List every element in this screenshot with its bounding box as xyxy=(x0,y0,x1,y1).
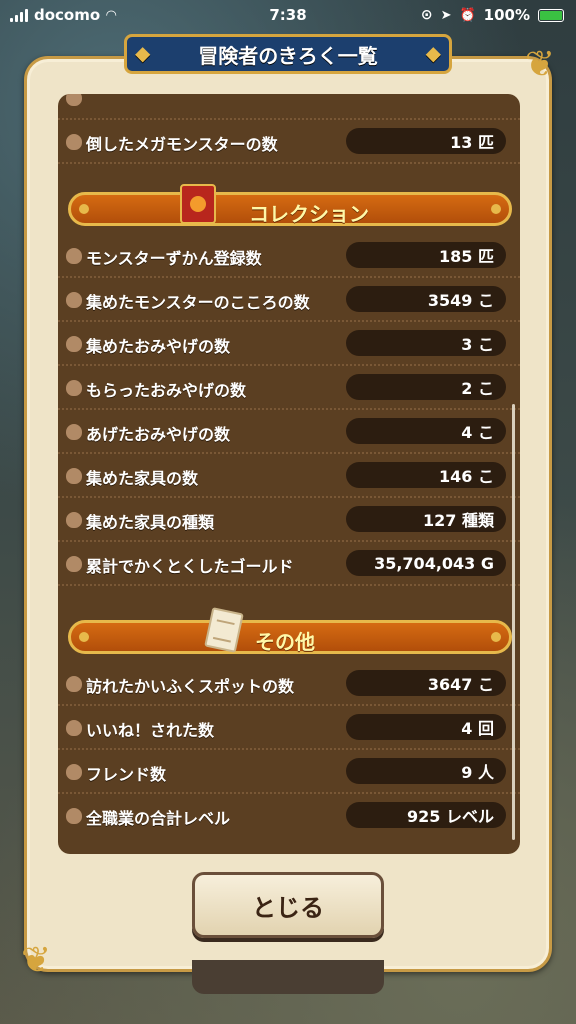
item-value: 4 こ xyxy=(346,418,506,444)
item-label: 集めた家具の種類 xyxy=(86,513,215,532)
location-icon: ➤ xyxy=(440,7,452,23)
scrollbar[interactable] xyxy=(512,404,515,840)
book-icon xyxy=(180,184,216,224)
list-item: いいね！された数 4 回 xyxy=(58,706,520,750)
list-item: 訪れたかいふくスポットの数 3647 こ xyxy=(58,662,520,706)
item-label: 訪れたかいふくスポットの数 xyxy=(86,677,295,696)
records-list[interactable]: 倒したメガモンスターの数 13 匹 コレクション モンスターずかん登録数 185… xyxy=(58,94,520,854)
title-ornament-right-icon: ◆ xyxy=(425,41,441,65)
list-item xyxy=(58,94,520,120)
list-item: 累計でかくとくしたゴールド 35,704,043 G xyxy=(58,542,520,586)
item-value: 3549 こ xyxy=(346,286,506,312)
item-value: 3 こ xyxy=(346,330,506,356)
item-value: 185 匹 xyxy=(346,242,506,268)
section-title: コレクション xyxy=(249,202,369,226)
panel-title-banner: ◆ 冒険者のきろく一覧 ◆ xyxy=(124,34,452,74)
bullet-icon xyxy=(66,336,82,352)
title-ornament-left-icon: ◆ xyxy=(135,41,151,65)
item-label: 倒したメガモンスターの数 xyxy=(86,135,278,154)
list-item: 集めた家具の数 146 こ xyxy=(58,454,520,498)
status-bar: docomo ◠ 7:38 ⊙ ➤ ⏰ 100% xyxy=(0,0,576,30)
item-label: 全職業の合計レベル xyxy=(86,809,231,828)
bullet-icon xyxy=(66,248,82,264)
list-item: 集めた家具の種類 127 種類 xyxy=(58,498,520,542)
item-value: 9 人 xyxy=(346,758,506,784)
bullet-icon xyxy=(66,292,82,308)
list-item: 集めたおみやげの数 3 こ xyxy=(58,322,520,366)
section-header-other: その他 xyxy=(68,620,512,654)
item-label: あげたおみやげの数 xyxy=(86,425,231,444)
list-item: あげたおみやげの数 4 こ xyxy=(58,410,520,454)
item-label: もらったおみやげの数 xyxy=(86,381,247,400)
rotation-lock-icon: ⊙ xyxy=(420,7,433,23)
bullet-icon xyxy=(66,808,82,824)
corner-ornament-icon: ❦ xyxy=(21,940,52,981)
item-value: 35,704,043 G xyxy=(346,550,506,576)
list-item: もらったおみやげの数 2 こ xyxy=(58,366,520,410)
item-value: 13 匹 xyxy=(346,128,506,154)
bullet-icon xyxy=(66,720,82,736)
item-label: 集めたおみやげの数 xyxy=(86,337,231,356)
corner-ornament-icon: ❦ xyxy=(524,44,555,85)
item-label: 集めた家具の数 xyxy=(86,469,199,488)
item-value: 925 レベル xyxy=(346,802,506,828)
bullet-icon xyxy=(66,380,82,396)
list-item: 倒したメガモンスターの数 13 匹 xyxy=(58,120,520,164)
item-label: フレンド数 xyxy=(86,765,167,784)
item-value: 4 回 xyxy=(346,714,506,740)
bullet-icon xyxy=(66,468,82,484)
bullet-icon xyxy=(66,676,82,692)
item-value: 127 種類 xyxy=(346,506,506,532)
button-backplate xyxy=(192,960,384,994)
item-value: 146 こ xyxy=(346,462,506,488)
bullet-icon xyxy=(66,764,82,780)
list-item: フレンド数 9 人 xyxy=(58,750,520,794)
battery-icon xyxy=(538,8,564,22)
list-item: 全職業の合計レベル 925 レベル xyxy=(58,794,520,838)
item-label: 集めたモンスターのこころの数 xyxy=(86,293,310,312)
item-label: 累計でかくとくしたゴールド xyxy=(86,557,294,576)
bullet-icon xyxy=(66,512,82,528)
bullet-icon xyxy=(66,94,82,106)
panel-title: 冒険者のきろく一覧 xyxy=(198,43,378,68)
item-label: いいね！された数 xyxy=(86,721,215,740)
item-value: 2 こ xyxy=(346,374,506,400)
section-header-collection: コレクション xyxy=(68,192,512,226)
alarm-icon: ⏰ xyxy=(459,7,476,23)
bullet-icon xyxy=(66,556,82,572)
close-button[interactable]: とじる xyxy=(192,872,384,938)
section-title: その他 xyxy=(255,630,315,654)
item-label: モンスターずかん登録数 xyxy=(86,249,262,268)
battery-percent: 100% xyxy=(483,6,530,24)
bullet-icon xyxy=(66,424,82,440)
list-item: 集めたモンスターのこころの数 3549 こ xyxy=(58,278,520,322)
item-value: 3647 こ xyxy=(346,670,506,696)
bullet-icon xyxy=(66,134,82,150)
list-item: モンスターずかん登録数 185 匹 xyxy=(58,234,520,278)
